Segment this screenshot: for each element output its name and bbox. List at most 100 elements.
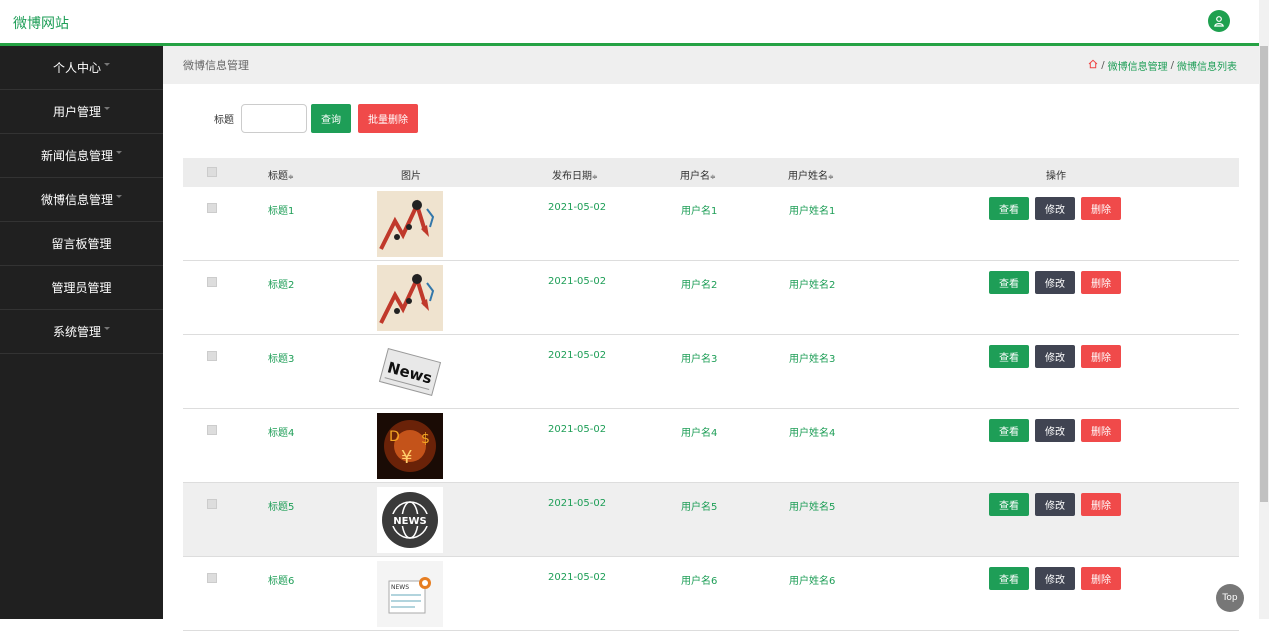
back-to-top-button[interactable]: Top — [1216, 584, 1244, 612]
table-row: 标题1 2021-05-02 用户名1 用户姓名1 查看 修改 删除 — [183, 187, 1239, 261]
row-date: 2021-05-02 — [548, 498, 607, 509]
search-bar: 标题 查询 批量删除 — [214, 104, 418, 133]
column-name[interactable]: 用户姓名≑ — [788, 167, 834, 182]
view-button[interactable]: 查看 — [989, 567, 1029, 590]
row-title[interactable]: 标题1 — [268, 202, 294, 217]
home-icon[interactable] — [1088, 59, 1098, 72]
row-date: 2021-05-02 — [548, 350, 607, 361]
row-title[interactable]: 标题3 — [268, 350, 294, 365]
delete-button[interactable]: 删除 — [1081, 197, 1121, 220]
app-title[interactable]: 微博网站 — [13, 13, 69, 33]
breadcrumb: / 微博信息管理 / 微博信息列表 — [1088, 58, 1237, 73]
row-name: 用户姓名3 — [789, 354, 836, 365]
svg-text:D: D — [389, 429, 400, 445]
edit-button[interactable]: 修改 — [1035, 419, 1075, 442]
row-date: 2021-05-02 — [548, 276, 607, 287]
query-button[interactable]: 查询 — [311, 104, 351, 133]
sidebar-item[interactable]: 微博信息管理 — [0, 178, 163, 222]
view-button[interactable]: 查看 — [989, 271, 1029, 294]
breadcrumb-item[interactable]: 微博信息管理 — [1108, 58, 1168, 73]
caret-down-icon — [104, 107, 110, 110]
row-name: 用户姓名4 — [789, 428, 836, 439]
sidebar: 个人中心用户管理新闻信息管理微博信息管理 留言板管理管理员管理系统管理 — [0, 46, 163, 619]
currency-fire-image[interactable]: D ¥ $ — [377, 413, 443, 479]
data-table: 标题≑ 图片 发布日期≑ 用户名≑ 用户姓名≑ 操作 标题1 2021-05-02… — [183, 158, 1239, 631]
table-row: 标题2 2021-05-02 用户名2 用户姓名2 查看 修改 删除 — [183, 261, 1239, 335]
sidebar-item-label: 管理员管理 — [51, 281, 112, 295]
sidebar-item[interactable]: 留言板管理 — [0, 222, 163, 266]
row-name: 用户姓名6 — [789, 576, 836, 587]
view-button[interactable]: 查看 — [989, 197, 1029, 220]
row-username: 用户名5 — [681, 502, 718, 513]
delete-button[interactable]: 删除 — [1081, 493, 1121, 516]
column-actions: 操作 — [1046, 171, 1066, 182]
row-title[interactable]: 标题5 — [268, 498, 294, 513]
table-row: 标题4 D ¥ $2021-05-02 用户名4 用户姓名4 查看 修改 删除 — [183, 409, 1239, 483]
sidebar-item[interactable]: 用户管理 — [0, 90, 163, 134]
row-checkbox[interactable] — [207, 203, 217, 213]
delete-button[interactable]: 删除 — [1081, 567, 1121, 590]
delete-button[interactable]: 删除 — [1081, 345, 1121, 368]
sidebar-item-label: 系统管理 — [52, 325, 101, 339]
delete-button[interactable]: 删除 — [1081, 419, 1121, 442]
delete-button[interactable]: 删除 — [1081, 271, 1121, 294]
view-button[interactable]: 查看 — [989, 493, 1029, 516]
caret-down-icon — [104, 327, 110, 330]
table-body: 标题1 2021-05-02 用户名1 用户姓名1 查看 修改 删除 标题2 2021-05-0… — [183, 187, 1239, 631]
sort-icon[interactable]: ≑ — [828, 173, 834, 181]
news-paper-image[interactable]: News — [377, 339, 443, 405]
column-title[interactable]: 标题≑ — [268, 167, 294, 182]
chart-arrow-image[interactable] — [377, 191, 443, 257]
scroll-thumb[interactable] — [1260, 46, 1268, 502]
sidebar-item-label: 用户管理 — [52, 105, 101, 119]
edit-button[interactable]: 修改 — [1035, 197, 1075, 220]
row-username: 用户名3 — [681, 354, 718, 365]
news-document-image[interactable]: NEWS — [377, 561, 443, 627]
search-label: 标题 — [214, 115, 234, 126]
sidebar-item-label: 新闻信息管理 — [40, 149, 113, 163]
batch-delete-button[interactable]: 批量删除 — [358, 104, 418, 133]
row-date: 2021-05-02 — [548, 202, 607, 213]
column-username[interactable]: 用户名≑ — [680, 167, 716, 182]
row-checkbox[interactable] — [207, 573, 217, 583]
row-title[interactable]: 标题6 — [268, 572, 294, 587]
row-username: 用户名1 — [681, 206, 718, 217]
view-button[interactable]: 查看 — [989, 419, 1029, 442]
column-date[interactable]: 发布日期≑ — [552, 167, 598, 182]
sort-icon[interactable]: ≑ — [710, 173, 716, 181]
sort-icon[interactable]: ≑ — [288, 173, 294, 181]
edit-button[interactable]: 修改 — [1035, 493, 1075, 516]
breadcrumb-item[interactable]: 微博信息列表 — [1177, 58, 1237, 73]
chart-arrow-image[interactable] — [377, 265, 443, 331]
row-name: 用户姓名2 — [789, 280, 836, 291]
page-scrollbar[interactable] — [1259, 0, 1269, 619]
sidebar-item[interactable]: 管理员管理 — [0, 266, 163, 310]
sort-icon[interactable]: ≑ — [592, 173, 598, 181]
user-icon[interactable] — [1208, 10, 1230, 32]
edit-button[interactable]: 修改 — [1035, 271, 1075, 294]
row-checkbox[interactable] — [207, 425, 217, 435]
svg-text:¥: ¥ — [401, 447, 412, 468]
sidebar-item-label: 个人中心 — [52, 61, 101, 75]
edit-button[interactable]: 修改 — [1035, 567, 1075, 590]
caret-down-icon — [116, 151, 122, 154]
row-checkbox[interactable] — [207, 351, 217, 361]
sidebar-item[interactable]: 新闻信息管理 — [0, 134, 163, 178]
row-checkbox[interactable] — [207, 277, 217, 287]
edit-button[interactable]: 修改 — [1035, 345, 1075, 368]
title-search-input[interactable] — [241, 104, 307, 133]
row-title[interactable]: 标题4 — [268, 424, 294, 439]
top-bar: 微博网站 — [0, 0, 1259, 43]
row-checkbox[interactable] — [207, 499, 217, 509]
table-row: 标题3 News 2021-05-02 用户名3 用户姓名3 查看 修改 删除 — [183, 335, 1239, 409]
svg-text:$: $ — [421, 431, 430, 447]
sidebar-item[interactable]: 系统管理 — [0, 310, 163, 354]
sidebar-item[interactable]: 个人中心 — [0, 46, 163, 90]
row-date: 2021-05-02 — [548, 424, 607, 435]
view-button[interactable]: 查看 — [989, 345, 1029, 368]
row-username: 用户名6 — [681, 576, 718, 587]
row-date: 2021-05-02 — [548, 572, 607, 583]
news-globe-image[interactable]: NEWS — [377, 487, 443, 553]
row-title[interactable]: 标题2 — [268, 276, 294, 291]
select-all-checkbox[interactable] — [207, 167, 217, 177]
